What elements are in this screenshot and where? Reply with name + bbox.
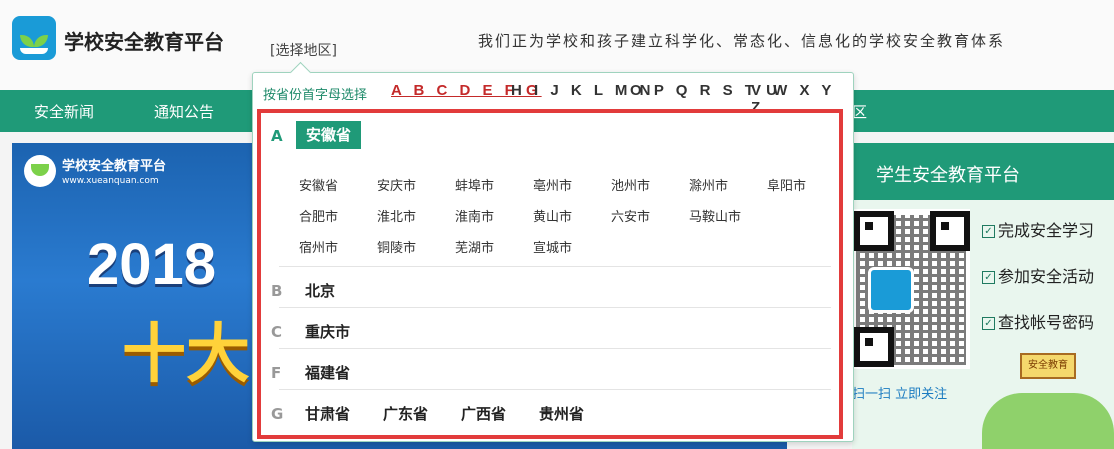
divider: [279, 389, 831, 390]
check-icon: ✓: [982, 317, 995, 330]
divider: [279, 266, 831, 267]
city-item[interactable]: 蚌埠市: [455, 175, 494, 194]
province-item[interactable]: 重庆市: [305, 321, 350, 342]
province-list: A 安徽省 安徽省 安庆市 蚌埠市 亳州市 池州市 滁州市 阜阳市 合肥市 淮北…: [257, 109, 843, 439]
province-item[interactable]: 广西省: [461, 403, 506, 424]
region-select-popup: 按省份首字母选择 A B C D E F G H I J K L M N O P…: [252, 61, 854, 442]
section-letter-b: B: [271, 282, 283, 300]
city-item[interactable]: 阜阳市: [767, 175, 806, 194]
city-item[interactable]: 合肥市: [299, 206, 338, 225]
link-complete-learning[interactable]: ✓ 完成安全学习: [982, 217, 1094, 241]
banner-headline: 十大: [122, 318, 250, 392]
link-label: 完成安全学习: [998, 221, 1095, 240]
nav-item-notices[interactable]: 通知公告: [154, 101, 214, 122]
link-label: 参加安全活动: [998, 267, 1095, 286]
link-label: 查找帐号密码: [998, 313, 1095, 332]
cartoon-grass: [982, 393, 1114, 449]
divider: [279, 348, 831, 349]
city-item[interactable]: 宣城市: [533, 237, 572, 256]
province-item[interactable]: 广东省: [383, 403, 428, 424]
link-join-activity[interactable]: ✓ 参加安全活动: [982, 263, 1094, 287]
banner-url: www.xueanquan.com: [62, 176, 159, 186]
banner-year: 2018: [87, 232, 217, 297]
city-item[interactable]: 安庆市: [377, 175, 416, 194]
select-region-link[interactable]: [选择地区]: [270, 40, 337, 60]
nav-item-partial[interactable]: 区: [852, 101, 867, 122]
side-panel-header: 学生安全教育平台: [852, 143, 1114, 200]
link-find-account[interactable]: ✓ 查找帐号密码: [982, 309, 1094, 333]
city-item[interactable]: 宿州市: [299, 237, 338, 256]
check-icon: ✓: [982, 225, 995, 238]
city-item[interactable]: 芜湖市: [455, 237, 494, 256]
province-item[interactable]: 北京: [305, 280, 335, 301]
city-item[interactable]: 亳州市: [533, 175, 572, 194]
banner-site-name: 学校安全教育平台: [62, 159, 167, 174]
qr-logo-icon: [868, 267, 914, 313]
side-panel: 学生安全教育平台 ✓ 完成安全学习 ✓ 参加安全活动 ✓ 查找帐号密码 扫一扫 立即关…: [852, 143, 1114, 449]
divider: [279, 307, 831, 308]
banner-logo-icon: [24, 155, 56, 187]
city-item[interactable]: 淮北市: [377, 206, 416, 225]
section-letter-a: A: [271, 127, 283, 145]
qr-code-icon: [852, 209, 970, 369]
province-item[interactable]: 甘肃省: [305, 403, 350, 424]
city-item[interactable]: 淮南市: [455, 206, 494, 225]
site-logo-icon[interactable]: [12, 16, 56, 60]
city-item[interactable]: 滁州市: [689, 175, 728, 194]
province-item[interactable]: 贵州省: [539, 403, 584, 424]
slogan: 我们正为学校和孩子建立科学化、常态化、信息化的学校安全教育体系: [478, 32, 1006, 50]
section-letter-f: F: [271, 364, 282, 382]
province-item[interactable]: 福建省: [305, 362, 350, 383]
section-letter-c: C: [271, 323, 283, 341]
city-item[interactable]: 六安市: [611, 206, 650, 225]
city-item[interactable]: 铜陵市: [377, 237, 416, 256]
check-icon: ✓: [982, 271, 995, 284]
province-selected[interactable]: 安徽省: [296, 121, 362, 149]
city-item[interactable]: 安徽省: [299, 175, 338, 194]
scan-follow-text[interactable]: 扫一扫 立即关注: [852, 383, 947, 402]
side-panel-title: 学生安全教育平台: [876, 165, 1020, 186]
site-title[interactable]: 学校安全教育平台: [64, 26, 224, 55]
nav-item-news[interactable]: 安全新闻: [34, 101, 94, 122]
city-item[interactable]: 黄山市: [533, 206, 572, 225]
city-item[interactable]: 池州市: [611, 175, 650, 194]
letter-hint: 按省份首字母选择: [263, 88, 368, 103]
section-letter-g: G: [271, 405, 284, 423]
city-item[interactable]: 马鞍山市: [689, 206, 741, 225]
cartoon-sign: 安全教育: [1020, 353, 1076, 379]
